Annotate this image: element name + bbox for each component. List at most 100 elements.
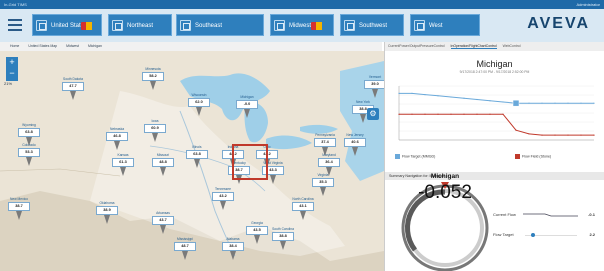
map-pin-illinois[interactable]: Illinois 63.8: [186, 145, 208, 168]
tab-flight-chart[interactable]: InOperation/FlightChartControl: [450, 44, 497, 49]
pin-marker-icon: [196, 107, 202, 116]
legend-swatch-target: [395, 154, 400, 159]
map-pin-missouri[interactable]: Missouri 48.8: [152, 153, 174, 176]
pin-value: 43.2: [212, 192, 234, 201]
zoom-level: 21%: [4, 81, 13, 86]
series-point-target: [450, 96, 452, 98]
map-pin-arkansas[interactable]: Arkansas 43.7: [152, 211, 174, 234]
pin-state-name: New York: [356, 100, 370, 104]
pin-value: 47.7: [62, 82, 84, 91]
user-label[interactable]: Administrator: [576, 0, 600, 9]
map-pin-iowa[interactable]: Iowa 60.9: [144, 119, 166, 142]
map-pin-south-dakota[interactable]: South Dakota 47.7: [62, 77, 84, 100]
map-pin-colorado[interactable]: Colorado 53.3: [18, 143, 40, 166]
zoom-out-button[interactable]: −: [6, 68, 18, 79]
map-pin-virginia[interactable]: Virginia 35.3: [312, 173, 334, 196]
map-pin-kansas[interactable]: Kansas 61.3: [112, 153, 134, 176]
region-button-united-states[interactable]: United States: [32, 14, 102, 36]
legend-item-target: Flow Target (MMGD): [395, 154, 435, 159]
nav-bar: United States Northeast Southeast Midwest So…: [0, 9, 604, 42]
map-pin-wisconsin[interactable]: Wisconsin 62.0: [188, 93, 210, 116]
series-point-target: [489, 100, 491, 102]
pin-state-name: Iowa: [151, 119, 159, 123]
breadcrumb-us-map[interactable]: United States Map: [28, 44, 57, 48]
pin-state-name: South Dakota: [63, 77, 83, 81]
zoom-in-button[interactable]: +: [6, 57, 18, 68]
map-settings-icon[interactable]: ⚙: [367, 108, 379, 120]
series-point-field: [424, 113, 426, 115]
pin-state-name: Wyoming: [22, 123, 36, 127]
current-flow-sparkline: [523, 213, 578, 217]
menu-icon[interactable]: [8, 19, 22, 31]
region-button-west[interactable]: West: [410, 14, 480, 36]
pin-state-name: Mississippi: [177, 237, 193, 241]
pin-state-name: Nebraska: [109, 127, 125, 131]
region-label: Midwest: [289, 23, 312, 29]
map-pin-minnesota[interactable]: Minnesota 58.2: [142, 67, 164, 90]
breadcrumb-home[interactable]: Home: [10, 44, 19, 48]
trend-chart[interactable]: [385, 82, 604, 152]
gauge-label: Michigan: [430, 173, 460, 180]
map-pin-oklahoma[interactable]: Oklahoma 38.9: [96, 201, 118, 224]
flow-target-row: Flow Target 2.2: [493, 230, 603, 240]
pin-state-name: New Jersey: [346, 133, 364, 137]
alert-flag-icon: [311, 22, 322, 30]
map-pin-michigan[interactable]: Michigan -0.0: [236, 95, 258, 118]
pin-value: 43.1: [292, 202, 314, 211]
series-point-field: [502, 113, 504, 115]
pin-state-name: South Carolina: [272, 227, 294, 231]
brand-logo: AVEVA: [527, 15, 590, 32]
title-bar: In-Grid TIMS Administrator: [0, 0, 604, 9]
map-pin-south-carolina[interactable]: South Carolina 38.8: [272, 227, 294, 250]
zoom-control[interactable]: + −: [6, 57, 18, 81]
pin-marker-icon: [194, 159, 200, 168]
legend-label-target: Flow Target (MMGD): [402, 154, 436, 159]
tab-web-control[interactable]: WebControl: [503, 44, 521, 48]
map-pin-mississippi[interactable]: Mississippi 48.7: [174, 237, 196, 260]
pin-marker-icon: [120, 167, 126, 176]
map-pin-tennessee[interactable]: Tennessee 43.2: [212, 187, 234, 210]
pin-value: 63.8: [186, 150, 208, 159]
detail-panel: CurrentPower/OutputPressureControl InOpe…: [384, 42, 604, 271]
legend-label-field: Flow Field (Stone): [522, 154, 552, 159]
legend-item-field: Flow Field (Stone): [515, 154, 551, 159]
tab-current-power[interactable]: CurrentPower/OutputPressureControl: [388, 44, 445, 48]
region-button-southeast[interactable]: Southeast: [176, 14, 264, 36]
map-pin-alabama[interactable]: Alabama 38.4: [222, 237, 244, 260]
pin-marker-icon: [230, 251, 236, 260]
series-point-field: [476, 113, 478, 115]
pin-value: 46.8: [106, 132, 128, 141]
series-point-target: [463, 97, 465, 99]
pin-marker-icon: [220, 201, 226, 210]
breadcrumb-midwest[interactable]: Midwest: [66, 44, 79, 48]
gauge-value: -0.052: [418, 182, 472, 203]
map-pin-new-jersey[interactable]: New Jersey 40.6: [344, 133, 366, 156]
map-pin-nebraska[interactable]: Nebraska 46.8: [106, 127, 128, 150]
region-label: Southeast: [195, 23, 223, 29]
region-button-northeast[interactable]: Northeast: [108, 14, 172, 36]
pin-marker-icon: [150, 81, 156, 90]
series-point-field: [541, 134, 543, 136]
pin-value: 38.8: [272, 232, 294, 241]
map-pin-north-carolina[interactable]: North Carolina 43.1: [292, 197, 314, 220]
map-pin-new-mexico[interactable]: New Mexico 38.7: [8, 197, 30, 220]
pin-state-name: North Carolina: [292, 197, 314, 201]
region-icon: [112, 20, 123, 31]
series-point-target: [593, 102, 595, 104]
pin-value: 36.4: [318, 158, 340, 167]
series-point-target: [528, 102, 530, 104]
map-view[interactable]: + − 21% Minnesota 58.2 South Dakota 47.7 Wis…: [0, 51, 384, 271]
breadcrumb-michigan[interactable]: Michigan: [88, 44, 102, 48]
series-point-target: [554, 102, 556, 104]
pin-state-name: Maryland: [322, 153, 336, 157]
series-point-field: [411, 113, 413, 115]
series-point-field: [528, 133, 530, 135]
pin-state-name: Virginia: [317, 173, 329, 177]
selected-region-outline: [232, 144, 268, 180]
flow-target-slider-handle[interactable]: [531, 233, 535, 237]
series-point-target: [424, 93, 426, 96]
region-button-southwest[interactable]: Southwest: [340, 14, 404, 36]
pin-marker-icon: [300, 211, 306, 220]
map-pin-vermont[interactable]: Vermont 39.0: [364, 75, 384, 98]
region-button-midwest[interactable]: Midwest: [270, 14, 334, 36]
